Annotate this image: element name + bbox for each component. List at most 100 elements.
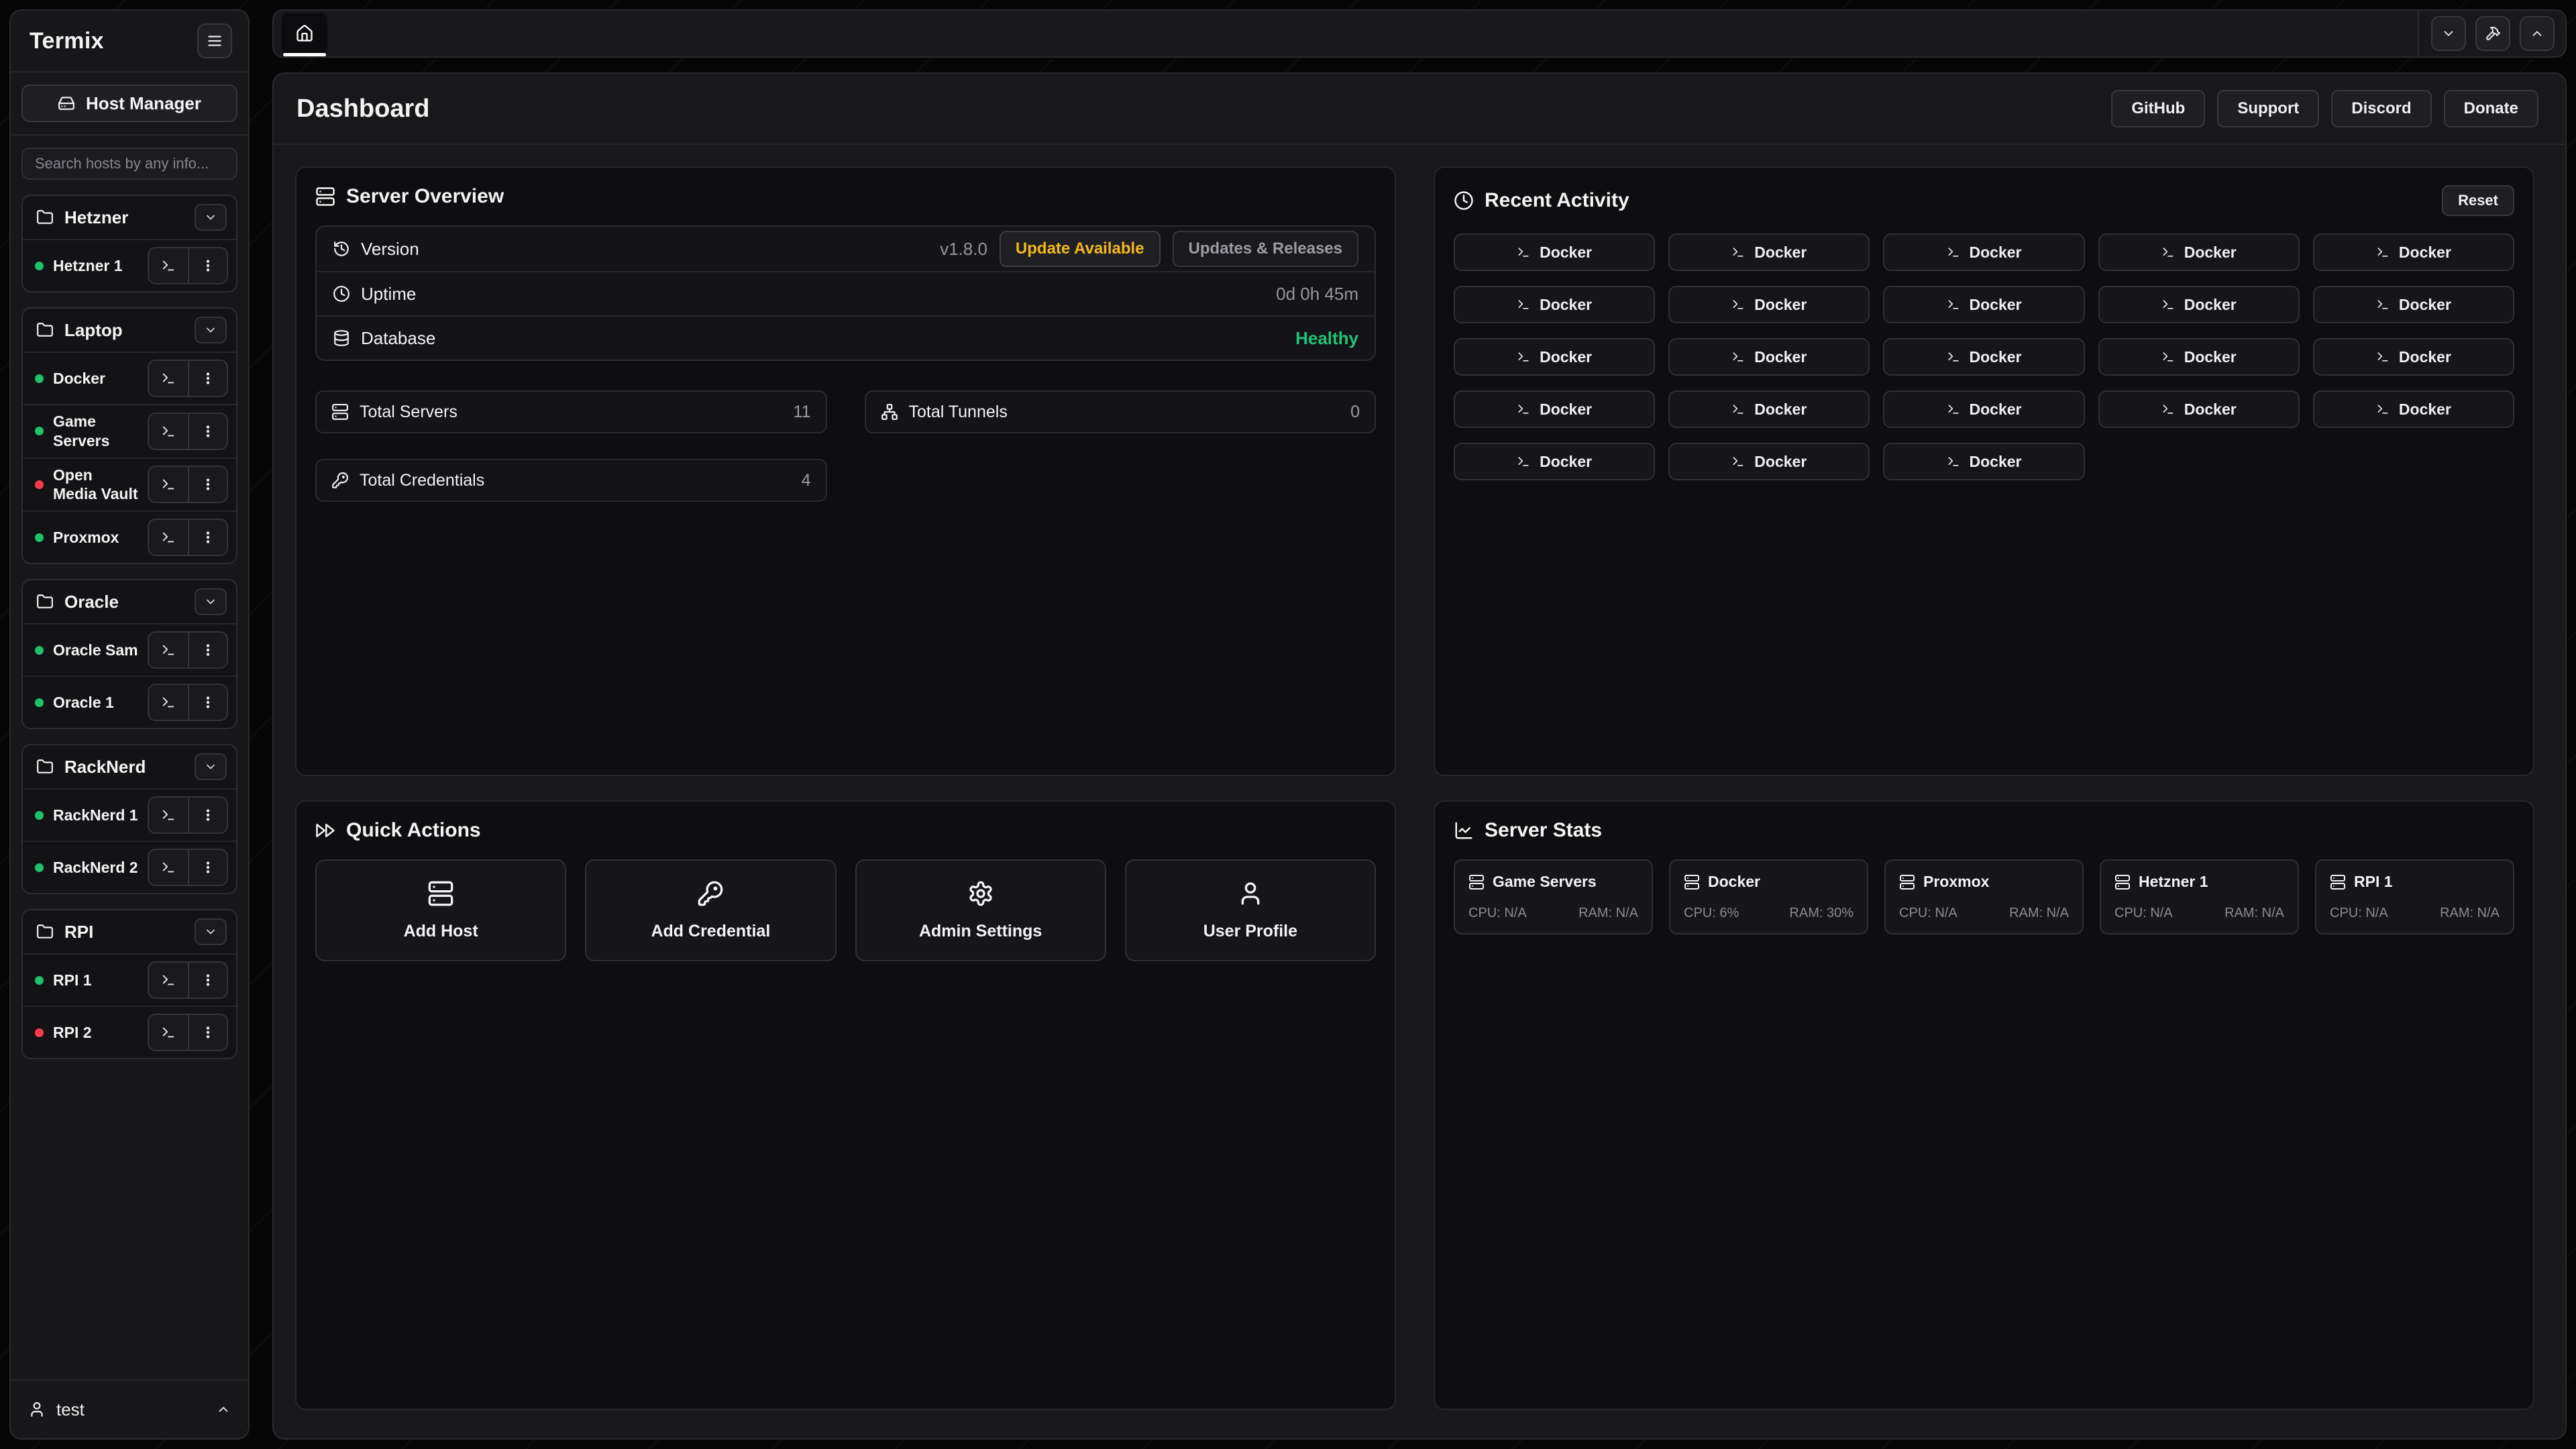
host-terminal-button[interactable] <box>149 798 188 833</box>
user-menu[interactable]: test <box>11 1379 248 1438</box>
topbar-chevron-up-button[interactable] <box>2520 16 2555 51</box>
server-stat-tile: DockerCPU: 6%RAM: 30% <box>1669 859 1868 934</box>
activity-item[interactable]: Docker <box>2098 390 2300 428</box>
topbar-chevron-down-button[interactable] <box>2431 16 2466 51</box>
quick-action-user-profile[interactable]: User Profile <box>1125 859 1376 961</box>
group-name: Laptop <box>64 320 184 341</box>
host-terminal-button[interactable] <box>149 1015 188 1050</box>
host-menu-button[interactable] <box>188 850 227 885</box>
host-manager-button[interactable]: Host Manager <box>21 85 237 122</box>
activity-item[interactable]: Docker <box>2313 233 2514 271</box>
group-header[interactable]: Hetzner <box>23 196 236 239</box>
host-terminal-button[interactable] <box>149 467 188 502</box>
activity-item[interactable]: Docker <box>1454 286 1655 323</box>
activity-item[interactable]: Docker <box>1668 390 1870 428</box>
terminal-icon <box>1517 298 1530 311</box>
activity-item-label: Docker <box>1540 348 1592 366</box>
tab-home[interactable] <box>282 13 327 54</box>
group-header[interactable]: Laptop <box>23 309 236 352</box>
activity-item[interactable]: Docker <box>1883 233 2084 271</box>
host-terminal-button[interactable] <box>149 520 188 555</box>
host-menu-button[interactable] <box>188 685 227 720</box>
search-input[interactable] <box>21 148 237 180</box>
host-menu-button[interactable] <box>188 520 227 555</box>
group-header[interactable]: RackNerd <box>23 745 236 788</box>
reset-button[interactable]: Reset <box>2442 185 2514 216</box>
host-terminal-button[interactable] <box>149 963 188 998</box>
host-terminal-button[interactable] <box>149 361 188 396</box>
host-row[interactable]: Hetzner 1 <box>23 239 236 291</box>
quick-action-add-credential[interactable]: Add Credential <box>585 859 836 961</box>
activity-item[interactable]: Docker <box>1454 390 1655 428</box>
updates-releases-button[interactable]: Updates & Releases <box>1173 231 1358 267</box>
sidebar-menu-button[interactable] <box>197 23 232 58</box>
host-actions <box>148 413 228 450</box>
quick-action-label: Admin Settings <box>919 922 1042 941</box>
group-collapse-button[interactable] <box>195 204 227 231</box>
header-link-support[interactable]: Support <box>2217 90 2319 127</box>
activity-item[interactable]: Docker <box>2313 286 2514 323</box>
topbar-hammer-button[interactable] <box>2475 16 2510 51</box>
host-menu-button[interactable] <box>188 633 227 667</box>
activity-item[interactable]: Docker <box>1454 233 1655 271</box>
host-terminal-button[interactable] <box>149 414 188 449</box>
activity-item-label: Docker <box>2184 244 2237 262</box>
update-available-badge[interactable]: Update Available <box>1000 231 1161 267</box>
activity-item[interactable]: Docker <box>2098 233 2300 271</box>
activity-item[interactable]: Docker <box>1883 390 2084 428</box>
activity-item[interactable]: Docker <box>1668 233 1870 271</box>
activity-item[interactable]: Docker <box>2098 286 2300 323</box>
activity-item[interactable]: Docker <box>1883 338 2084 376</box>
header-link-github[interactable]: GitHub <box>2111 90 2205 127</box>
more-vertical-icon <box>201 973 215 987</box>
host-row[interactable]: RPI 2 <box>23 1006 236 1058</box>
activity-item[interactable]: Docker <box>1454 443 1655 480</box>
host-terminal-button[interactable] <box>149 633 188 667</box>
host-menu-button[interactable] <box>188 414 227 449</box>
group-collapse-button[interactable] <box>195 588 227 615</box>
header-link-discord[interactable]: Discord <box>2331 90 2431 127</box>
host-row[interactable]: RackNerd 2 <box>23 841 236 893</box>
host-row[interactable]: Proxmox <box>23 511 236 563</box>
activity-item[interactable]: Docker <box>2313 390 2514 428</box>
activity-item[interactable]: Docker <box>1668 443 1870 480</box>
group-collapse-button[interactable] <box>195 317 227 343</box>
host-menu-button[interactable] <box>188 248 227 283</box>
host-row[interactable]: Oracle 1 <box>23 676 236 728</box>
host-menu-button[interactable] <box>188 1015 227 1050</box>
group-header[interactable]: Oracle <box>23 580 236 623</box>
host-terminal-button[interactable] <box>149 248 188 283</box>
activity-item[interactable]: Docker <box>1454 338 1655 376</box>
activity-item[interactable]: Docker <box>2313 338 2514 376</box>
quick-action-add-host[interactable]: Add Host <box>315 859 566 961</box>
host-menu-button[interactable] <box>188 361 227 396</box>
host-row[interactable]: RPI 1 <box>23 953 236 1006</box>
overview-row: Uptime0d 0h 45m <box>317 271 1375 315</box>
group-collapse-button[interactable] <box>195 753 227 780</box>
activity-item[interactable]: Docker <box>1668 338 1870 376</box>
host-row[interactable]: Docker <box>23 352 236 404</box>
host-row[interactable]: Oracle Sam <box>23 623 236 676</box>
header-link-donate[interactable]: Donate <box>2444 90 2538 127</box>
quick-actions-title-row: Quick Actions <box>315 819 1376 842</box>
host-menu-button[interactable] <box>188 798 227 833</box>
network-icon <box>881 403 898 421</box>
host-row[interactable]: RackNerd 1 <box>23 788 236 841</box>
host-terminal-button[interactable] <box>149 685 188 720</box>
activity-item-label: Docker <box>2399 296 2451 314</box>
quick-action-admin-settings[interactable]: Admin Settings <box>855 859 1106 961</box>
activity-item[interactable]: Docker <box>1883 443 2084 480</box>
quick-actions-title: Quick Actions <box>346 819 1376 842</box>
activity-item[interactable]: Docker <box>1883 286 2084 323</box>
host-terminal-button[interactable] <box>149 850 188 885</box>
host-row[interactable]: Game Servers <box>23 404 236 458</box>
activity-item[interactable]: Docker <box>1668 286 1870 323</box>
host-row[interactable]: Open Media Vault <box>23 458 236 511</box>
status-dot-online <box>35 427 44 435</box>
activity-item[interactable]: Docker <box>2098 338 2300 376</box>
host-menu-button[interactable] <box>188 963 227 998</box>
group-collapse-button[interactable] <box>195 918 227 945</box>
host-menu-button[interactable] <box>188 467 227 502</box>
group-header[interactable]: RPI <box>23 910 236 953</box>
terminal-icon <box>161 258 176 273</box>
